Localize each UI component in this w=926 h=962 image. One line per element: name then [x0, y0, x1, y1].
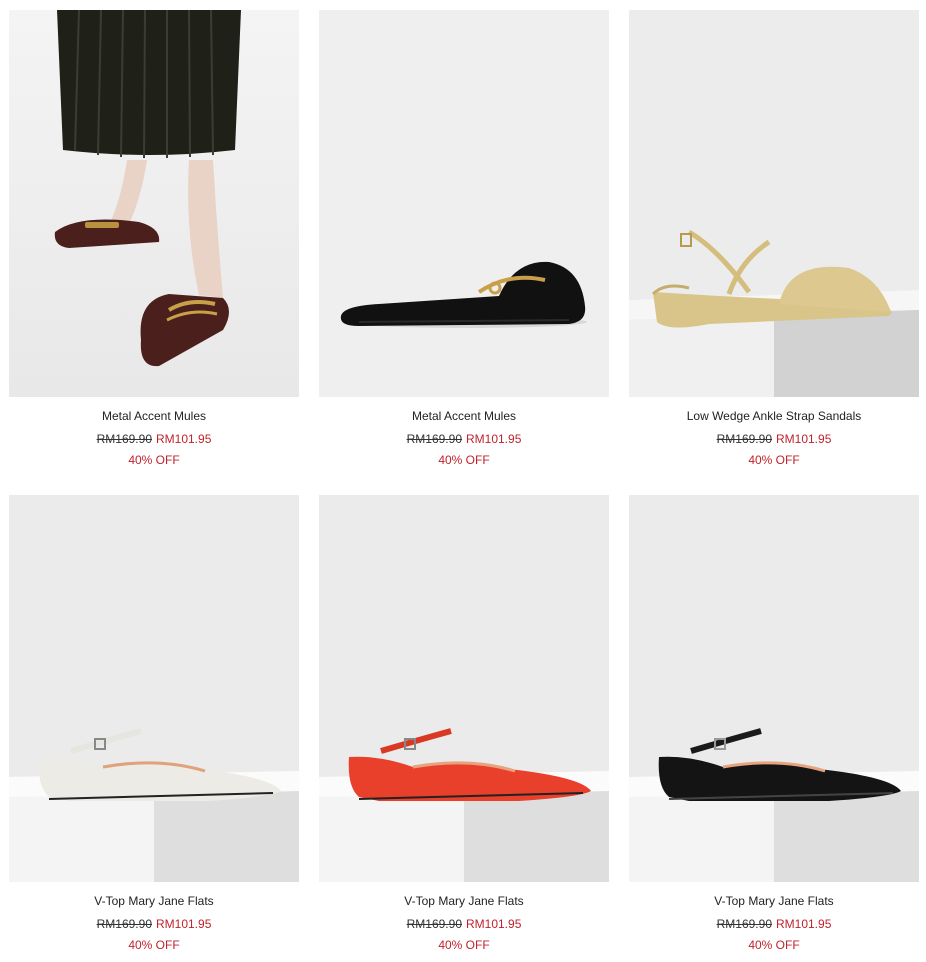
product-name[interactable]: V-Top Mary Jane Flats — [714, 894, 833, 908]
discount-label: 40% OFF — [748, 453, 800, 467]
product-card[interactable]: V-Top Mary Jane Flats RM169.90 RM101.95 4… — [9, 495, 299, 952]
product-photo — [9, 495, 299, 882]
sale-price: RM101.95 — [776, 917, 832, 931]
product-name[interactable]: V-Top Mary Jane Flats — [404, 894, 523, 908]
price-row: RM169.90 RM101.95 — [9, 432, 299, 446]
product-card[interactable]: V-Top Mary Jane Flats RM169.90 RM101.95 4… — [319, 495, 609, 952]
product-name[interactable]: Low Wedge Ankle Strap Sandals — [687, 409, 862, 423]
original-price: RM169.90 — [406, 917, 462, 931]
product-image[interactable] — [319, 495, 609, 882]
sale-price: RM101.95 — [776, 432, 832, 446]
product-image[interactable] — [629, 10, 919, 397]
price-row: RM169.90 RM101.95 — [629, 432, 919, 446]
product-card[interactable]: Metal Accent Mules RM169.90 RM101.95 40% … — [319, 10, 609, 467]
original-price: RM169.90 — [96, 917, 152, 931]
product-photo — [629, 10, 919, 397]
original-price: RM169.90 — [716, 917, 772, 931]
price-row: RM169.90 RM101.95 — [629, 917, 919, 931]
original-price: RM169.90 — [96, 432, 152, 446]
discount-label: 40% OFF — [128, 453, 180, 467]
price-row: RM169.90 RM101.95 — [319, 432, 609, 446]
sale-price: RM101.95 — [156, 432, 212, 446]
product-name[interactable]: V-Top Mary Jane Flats — [94, 894, 213, 908]
price-row: RM169.90 RM101.95 — [319, 917, 609, 931]
product-card[interactable]: Low Wedge Ankle Strap Sandals RM169.90 RM… — [629, 10, 919, 467]
product-photo — [319, 495, 609, 882]
product-image[interactable] — [319, 10, 609, 397]
product-grid: Metal Accent Mules RM169.90 RM101.95 40% … — [0, 0, 926, 962]
product-image[interactable] — [629, 495, 919, 882]
product-photo — [319, 10, 609, 397]
sale-price: RM101.95 — [466, 917, 522, 931]
discount-label: 40% OFF — [438, 453, 490, 467]
product-photo — [9, 10, 299, 397]
product-card[interactable]: Metal Accent Mules RM169.90 RM101.95 40% … — [9, 10, 299, 467]
original-price: RM169.90 — [406, 432, 462, 446]
product-name[interactable]: Metal Accent Mules — [412, 409, 516, 423]
original-price: RM169.90 — [716, 432, 772, 446]
product-image[interactable] — [9, 10, 299, 397]
product-photo — [629, 495, 919, 882]
product-name[interactable]: Metal Accent Mules — [102, 409, 206, 423]
sale-price: RM101.95 — [466, 432, 522, 446]
price-row: RM169.90 RM101.95 — [9, 917, 299, 931]
product-card[interactable]: V-Top Mary Jane Flats RM169.90 RM101.95 4… — [629, 495, 919, 952]
product-image[interactable] — [9, 495, 299, 882]
discount-label: 40% OFF — [748, 938, 800, 952]
discount-label: 40% OFF — [128, 938, 180, 952]
sale-price: RM101.95 — [156, 917, 212, 931]
discount-label: 40% OFF — [438, 938, 490, 952]
